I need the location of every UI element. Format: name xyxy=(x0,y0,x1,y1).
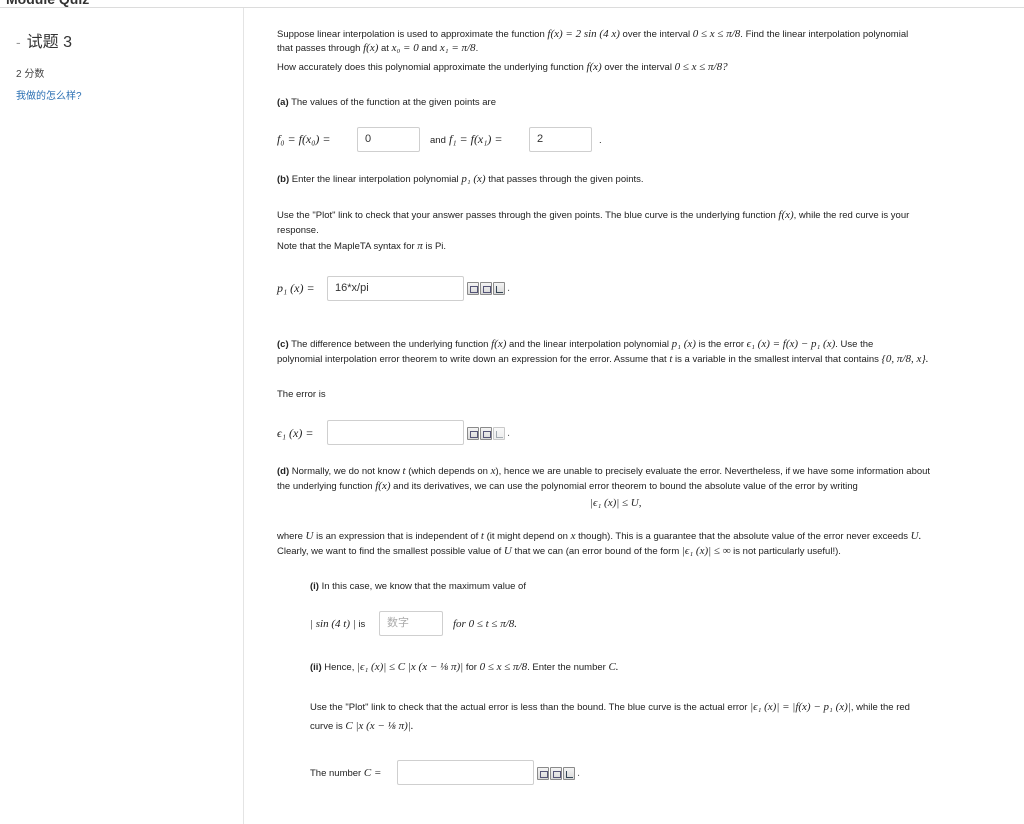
intro-line-1: Suppose linear interpolation is used to … xyxy=(277,28,909,40)
question-points: 2 分数 xyxy=(16,69,45,80)
question-content: Suppose linear interpolation is used to … xyxy=(277,0,977,824)
equation-editor-icon[interactable] xyxy=(537,767,549,780)
part-a-period: . xyxy=(599,135,602,146)
part-d-plot-note-line2: curve is C |x (x − ⅛ π)|. xyxy=(310,720,414,732)
intro-line-3: How accurately does this polynomial appr… xyxy=(277,61,728,73)
p1-label: p₁ (x) = xyxy=(277,281,315,295)
question-title-text: 试题 3 xyxy=(26,34,73,51)
top-bar-cutoff-text: Module Quiz xyxy=(6,0,89,7)
part-b-prompt: (b) Enter the linear interpolation polyn… xyxy=(277,173,644,185)
c-input[interactable] xyxy=(397,760,534,785)
part-b-syntax-note: Note that the MapleTA syntax for π is Pi… xyxy=(277,240,447,252)
part-d-plot-note: Use the "Plot" link to check that the ac… xyxy=(310,701,910,713)
plot-icon[interactable] xyxy=(493,282,505,295)
part-b-plot-note-line2: response. xyxy=(277,225,319,236)
f0-input[interactable]: 0 xyxy=(357,127,420,152)
max-sin-range: for 0 ≤ t ≤ π/8. xyxy=(453,618,518,630)
e1-input[interactable] xyxy=(327,420,464,445)
part-d-line1: (d) Normally, we do not know t (which de… xyxy=(277,465,931,477)
e1-tools: . xyxy=(467,426,510,441)
p1-tools: . xyxy=(467,281,510,296)
e1-label: ϵ₁ (x) = xyxy=(277,426,314,440)
c-tools: . xyxy=(537,766,580,781)
max-sin-input[interactable]: 数字 xyxy=(379,611,443,636)
bound-equation: |ϵ₁ (x)| ≤ U, xyxy=(590,497,642,509)
plot-icon xyxy=(493,427,505,440)
part-d-line2: the underlying function f(x) and its der… xyxy=(277,480,858,492)
part-c-prompt-line2: polynomial interpolation error theorem t… xyxy=(277,353,929,365)
how-did-i-do-link[interactable]: 我做的怎么样? xyxy=(16,87,82,102)
part-d-i-prompt: (i) In this case, we know that the maxim… xyxy=(310,581,526,592)
intro-line-2: that passes through f(x) at x₀ = 0 and x… xyxy=(277,42,479,54)
f1-input[interactable]: 2 xyxy=(529,127,592,152)
sin-abs-label: | sin (4 t) | is xyxy=(310,618,366,630)
part-d-clearly: Clearly, we want to find the smallest po… xyxy=(277,545,841,557)
question-info-sidebar: - 试题 3 2 分数 我做的怎么样? xyxy=(0,8,244,824)
part-a-prompt: (a) The values of the function at the gi… xyxy=(277,97,497,108)
p1-input[interactable]: 16*x/pi xyxy=(327,276,464,301)
error-is-text: The error is xyxy=(277,389,326,400)
equation-editor-icon[interactable] xyxy=(467,282,479,295)
preview-icon[interactable] xyxy=(550,767,562,780)
question-title: - 试题 3 xyxy=(16,28,72,52)
part-c-prompt-line1: (c) The difference between the underlyin… xyxy=(277,338,874,350)
collapse-dash[interactable]: - xyxy=(16,34,21,50)
part-b-plot-note: Use the "Plot" link to check that your a… xyxy=(277,209,910,221)
part-d-where: where U is an expression that is indepen… xyxy=(277,530,922,542)
preview-icon[interactable] xyxy=(480,282,492,295)
number-c-label: The number C = xyxy=(310,767,382,779)
f1-label: f₁ = f(x₁) = xyxy=(449,132,503,146)
function-definition: f(x) = 2 sin (4 x) xyxy=(547,28,620,40)
equation-editor-icon[interactable] xyxy=(467,427,479,440)
f0-label: f₀ = f(x₀) = xyxy=(277,132,331,146)
part-d-ii-prompt: (ii) Hence, |ϵ₁ (x)| ≤ C |x (x − ⅛ π)| f… xyxy=(310,661,619,673)
plot-icon[interactable] xyxy=(563,767,575,780)
and-text: and xyxy=(430,135,446,146)
preview-icon[interactable] xyxy=(480,427,492,440)
